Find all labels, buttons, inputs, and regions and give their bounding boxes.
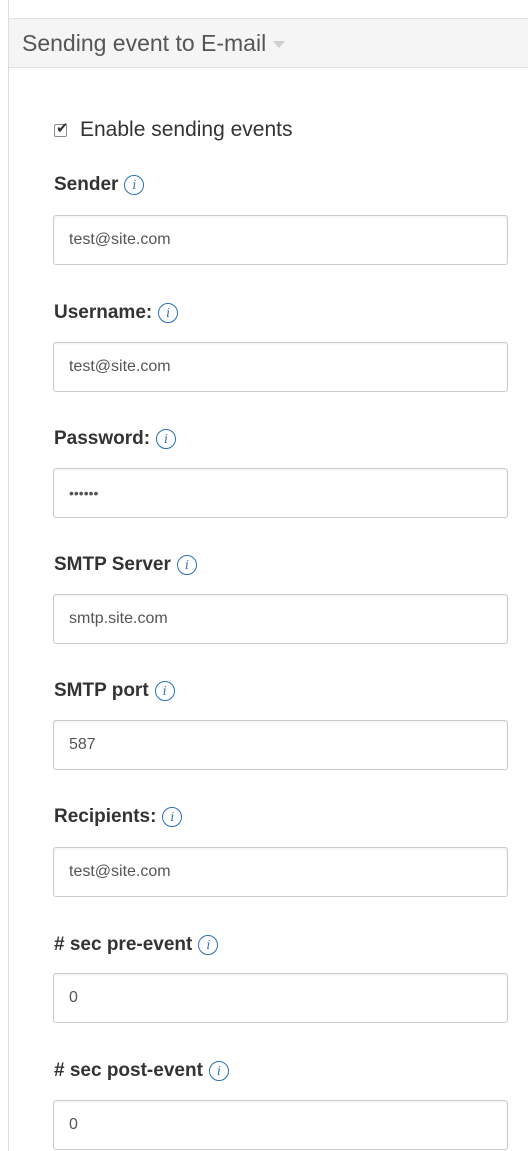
smtp-port-info-icon[interactable]: i xyxy=(154,681,175,701)
enable-sending-checkbox[interactable]: ✔ xyxy=(54,119,69,137)
chevron-down-icon[interactable] xyxy=(273,41,286,48)
post-event-input[interactable] xyxy=(53,1100,508,1150)
checkmark-icon: ✔ xyxy=(56,119,69,137)
panel-title: Sending event to E-mail xyxy=(22,29,267,56)
sender-input[interactable] xyxy=(53,215,508,265)
pre-event-input[interactable] xyxy=(53,973,508,1023)
recipients-info-icon[interactable]: i xyxy=(162,807,183,827)
smtp-server-label: SMTP Server xyxy=(54,554,171,575)
password-info-icon[interactable]: i xyxy=(156,429,177,449)
post-event-label-row: # sec post-event i xyxy=(54,1060,229,1082)
username-label: Username: xyxy=(54,302,153,323)
password-label-row: Password: i xyxy=(54,428,177,450)
recipients-input[interactable] xyxy=(53,847,508,897)
sender-label-row: Sender i xyxy=(54,174,145,196)
recipients-label-row: Recipients: i xyxy=(54,806,183,828)
post-event-label: # sec post-event xyxy=(54,1060,203,1081)
pre-event-label-row: # sec pre-event i xyxy=(54,934,219,956)
sender-info-icon[interactable]: i xyxy=(124,175,145,195)
username-input[interactable] xyxy=(53,342,508,392)
smtp-port-label-row: SMTP port i xyxy=(54,680,175,702)
username-info-icon[interactable]: i xyxy=(158,303,179,323)
post-event-info-icon[interactable]: i xyxy=(208,1061,229,1081)
smtp-server-label-row: SMTP Server i xyxy=(54,554,197,576)
pre-event-info-icon[interactable]: i xyxy=(198,935,219,955)
enable-sending-label: Enable sending events xyxy=(80,118,293,141)
username-label-row: Username: i xyxy=(54,302,179,324)
smtp-port-label: SMTP port xyxy=(54,680,149,701)
pre-event-label: # sec pre-event xyxy=(54,934,193,955)
smtp-server-input[interactable] xyxy=(53,594,508,644)
password-label: Password: xyxy=(54,428,151,449)
smtp-port-input[interactable] xyxy=(53,720,508,770)
smtp-server-info-icon[interactable]: i xyxy=(176,555,197,575)
password-input[interactable] xyxy=(53,468,508,518)
email-event-panel: Sending event to E-mail ✔ Enable sending… xyxy=(8,0,528,1151)
enable-sending-row[interactable]: ✔ Enable sending events xyxy=(54,118,293,142)
panel-header[interactable]: Sending event to E-mail xyxy=(9,18,528,68)
sender-label: Sender xyxy=(54,174,119,195)
recipients-label: Recipients: xyxy=(54,806,157,827)
